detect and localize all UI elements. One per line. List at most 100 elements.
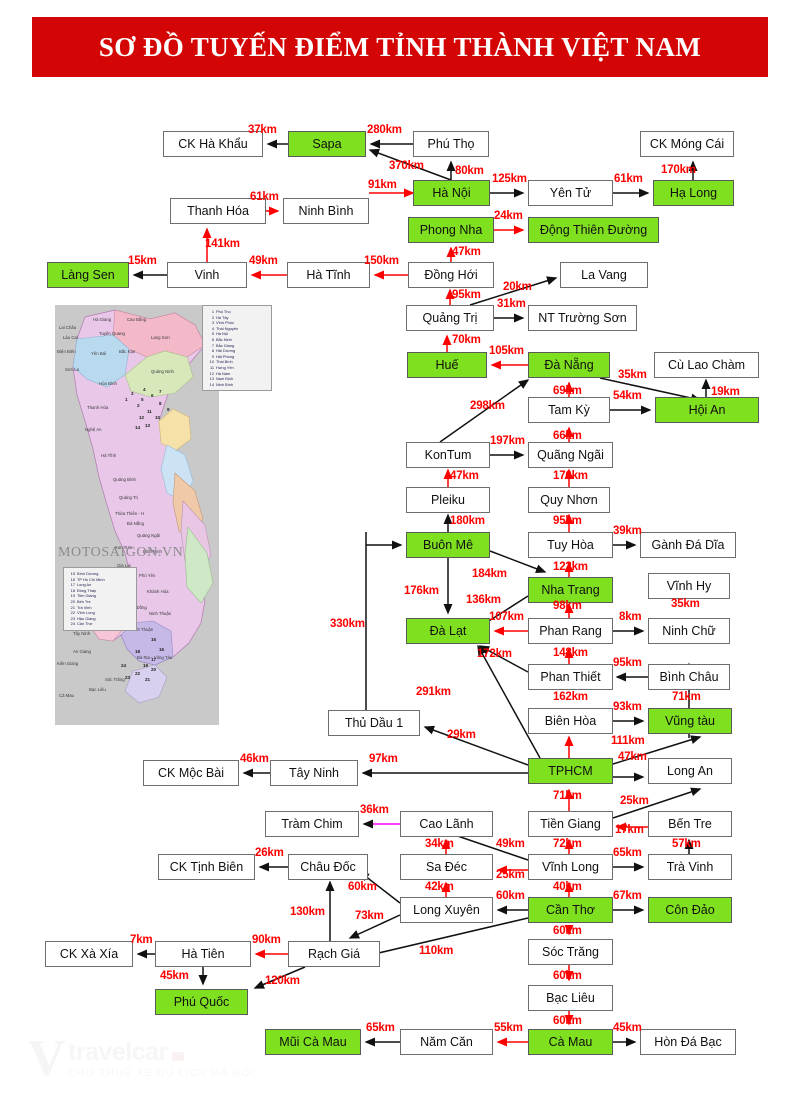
node-yen-tu[interactable]: Yên Tử <box>528 180 613 206</box>
edge-distance-label: 25km <box>496 869 525 881</box>
edge-distance-label: 47km <box>452 246 481 258</box>
edge-distance-label: 95km <box>452 289 481 301</box>
edge-distance-label: 35km <box>671 598 700 610</box>
edge-distance-label: 65km <box>613 847 642 859</box>
node-con-dao[interactable]: Côn Đảo <box>648 897 732 923</box>
node-ha-noi[interactable]: Hà Nội <box>413 180 490 206</box>
node-tra-vinh[interactable]: Trà Vinh <box>648 854 732 880</box>
node-tay-ninh[interactable]: Tây Ninh <box>270 760 358 786</box>
node-tuy-hoa[interactable]: Tuy Hòa <box>528 532 613 558</box>
edge-distance-label: 80km <box>455 165 484 177</box>
edge-distance-label: 141km <box>205 238 240 250</box>
node-tien-giang[interactable]: Tiền Giang <box>528 811 613 837</box>
node-cu-lao-cham[interactable]: Cù Lao Chàm <box>654 352 759 378</box>
node-phu-tho[interactable]: Phú Thọ <box>413 131 489 157</box>
node-phan-rang[interactable]: Phan Rang <box>528 618 613 644</box>
edge-distance-label: 55km <box>494 1022 523 1034</box>
node-buon-me[interactable]: Buôn Mê <box>406 532 490 558</box>
node-vinh-long[interactable]: Vĩnh Long <box>528 854 613 880</box>
node-quang-tri[interactable]: Quảng Trị <box>406 305 494 331</box>
node-chau-doc[interactable]: Châu Đốc <box>288 854 368 880</box>
node-cao-lanh[interactable]: Cao Lãnh <box>400 811 493 837</box>
node-can-tho[interactable]: Cần Thơ <box>528 897 613 923</box>
node-hue[interactable]: Huế <box>407 352 487 378</box>
edge-distance-label: 280km <box>367 124 402 136</box>
node-ganh-da-dia[interactable]: Gành Đá Dĩa <box>640 532 736 558</box>
node-long-xuyen[interactable]: Long Xuyên <box>400 897 493 923</box>
node-soc-trang[interactable]: Sóc Trăng <box>528 939 613 965</box>
node-ck-moc-bai[interactable]: CK Mộc Bài <box>143 760 239 786</box>
node-bac-lieu[interactable]: Bạc Liêu <box>528 985 613 1011</box>
node-ha-tien[interactable]: Hà Tiên <box>155 941 251 967</box>
node-ck-tinh-bien[interactable]: CK Tịnh Biên <box>158 854 255 880</box>
node-mui-ca-mau[interactable]: Mũi Cà Mau <box>265 1029 361 1055</box>
edge-distance-label: 72km <box>553 838 582 850</box>
node-vung-tau[interactable]: Vũng tàu <box>648 708 732 734</box>
brand-tld: vn <box>172 1052 185 1061</box>
node-dong-hoi[interactable]: Đồng Hới <box>408 262 494 288</box>
edge-distance-label: 91km <box>368 179 397 191</box>
node-binh-chau[interactable]: Bình Châu <box>648 664 730 690</box>
edge-distance-label: 97km <box>369 753 398 765</box>
brand-logo-icon: V <box>28 1030 66 1087</box>
node-phu-quoc[interactable]: Phú Quốc <box>155 989 248 1015</box>
node-sa-dec[interactable]: Sa Đéc <box>400 854 493 880</box>
node-ninh-chu[interactable]: Ninh Chữ <box>648 618 730 644</box>
edge-distance-label: 90km <box>252 934 281 946</box>
edge-distance-label: 107km <box>489 611 524 623</box>
node-phong-nha[interactable]: Phong Nha <box>408 217 494 243</box>
node-nam-can[interactable]: Năm Căn <box>400 1029 493 1055</box>
edge-distance-label: 105km <box>489 345 524 357</box>
edge-distance-label: 15km <box>128 255 157 267</box>
node-ca-mau[interactable]: Cà Mau <box>528 1029 613 1055</box>
node-nt-truong-son[interactable]: NT Trường Sơn <box>528 305 637 331</box>
node-lang-sen[interactable]: Làng Sen <box>47 262 129 288</box>
node-thu-dau-1[interactable]: Thủ Dầu 1 <box>328 710 420 736</box>
node-ha-tinh[interactable]: Hà Tĩnh <box>287 262 370 288</box>
edge-distance-label: 20km <box>503 281 532 293</box>
node-hoi-an[interactable]: Hội An <box>655 397 759 423</box>
node-kon-tum[interactable]: KonTum <box>406 442 490 468</box>
edge-distance-label: 60km <box>348 881 377 893</box>
node-rach-gia[interactable]: Rạch Giá <box>288 941 380 967</box>
node-da-lat[interactable]: Đà Lạt <box>406 618 490 644</box>
edge-distance-label: 71km <box>553 790 582 802</box>
node-long-an[interactable]: Long An <box>648 758 732 784</box>
node-ninh-binh[interactable]: Ninh Bình <box>283 198 369 224</box>
edge-distance-label: 57km <box>672 838 701 850</box>
node-da-nang[interactable]: Đà Nẵng <box>528 352 610 378</box>
edge-distance-label: 34km <box>425 838 454 850</box>
edge-distance-label: 130km <box>290 906 325 918</box>
node-tram-chim[interactable]: Tràm Chim <box>265 811 359 837</box>
node-dong-thien-duong[interactable]: Động Thiên Đường <box>528 217 659 243</box>
node-phan-thiet[interactable]: Phan Thiết <box>528 664 613 690</box>
node-sapa[interactable]: Sapa <box>288 131 366 157</box>
node-ben-tre[interactable]: Bến Tre <box>648 811 732 837</box>
edge-distance-label: 31km <box>497 298 526 310</box>
node-ck-mong-cai[interactable]: CK Móng Cái <box>640 131 734 157</box>
node-vinh-hy[interactable]: Vĩnh Hy <box>648 573 730 599</box>
edge-distance-label: 45km <box>613 1022 642 1034</box>
node-vinh[interactable]: Vinh <box>167 262 247 288</box>
node-quang-ngai[interactable]: Quãng Ngãi <box>528 442 613 468</box>
edge-distance-label: 197km <box>490 435 525 447</box>
edge-distance-label: 45km <box>160 970 189 982</box>
node-tphcm[interactable]: TPHCM <box>528 758 613 784</box>
edge-distance-label: 150km <box>364 255 399 267</box>
node-ck-xa-xia[interactable]: CK Xà Xía <box>45 941 133 967</box>
edge-distance-label: 184km <box>472 568 507 580</box>
node-ha-long[interactable]: Hạ Long <box>653 180 734 206</box>
edge-distance-label: 61km <box>250 191 279 203</box>
edge-distance-label: 66km <box>553 430 582 442</box>
edge-distance-label: 49km <box>496 838 525 850</box>
brand-tagline: CHO THUÊ XE DU LỊCH HÀ NỘI <box>68 1067 255 1079</box>
node-la-vang[interactable]: La Vang <box>560 262 648 288</box>
node-tam-ky[interactable]: Tam Kỳ <box>528 397 610 423</box>
edge-distance-label: 60km <box>553 1015 582 1027</box>
node-hon-da-bac[interactable]: Hòn Đá Bạc <box>640 1029 736 1055</box>
node-bien-hoa[interactable]: Biên Hòa <box>528 708 613 734</box>
node-pleiku[interactable]: Pleiku <box>406 487 490 513</box>
edge-distance-label: 39km <box>613 525 642 537</box>
edge-distance-label: 71km <box>672 691 701 703</box>
node-quy-nhon[interactable]: Quy Nhơn <box>528 487 610 513</box>
